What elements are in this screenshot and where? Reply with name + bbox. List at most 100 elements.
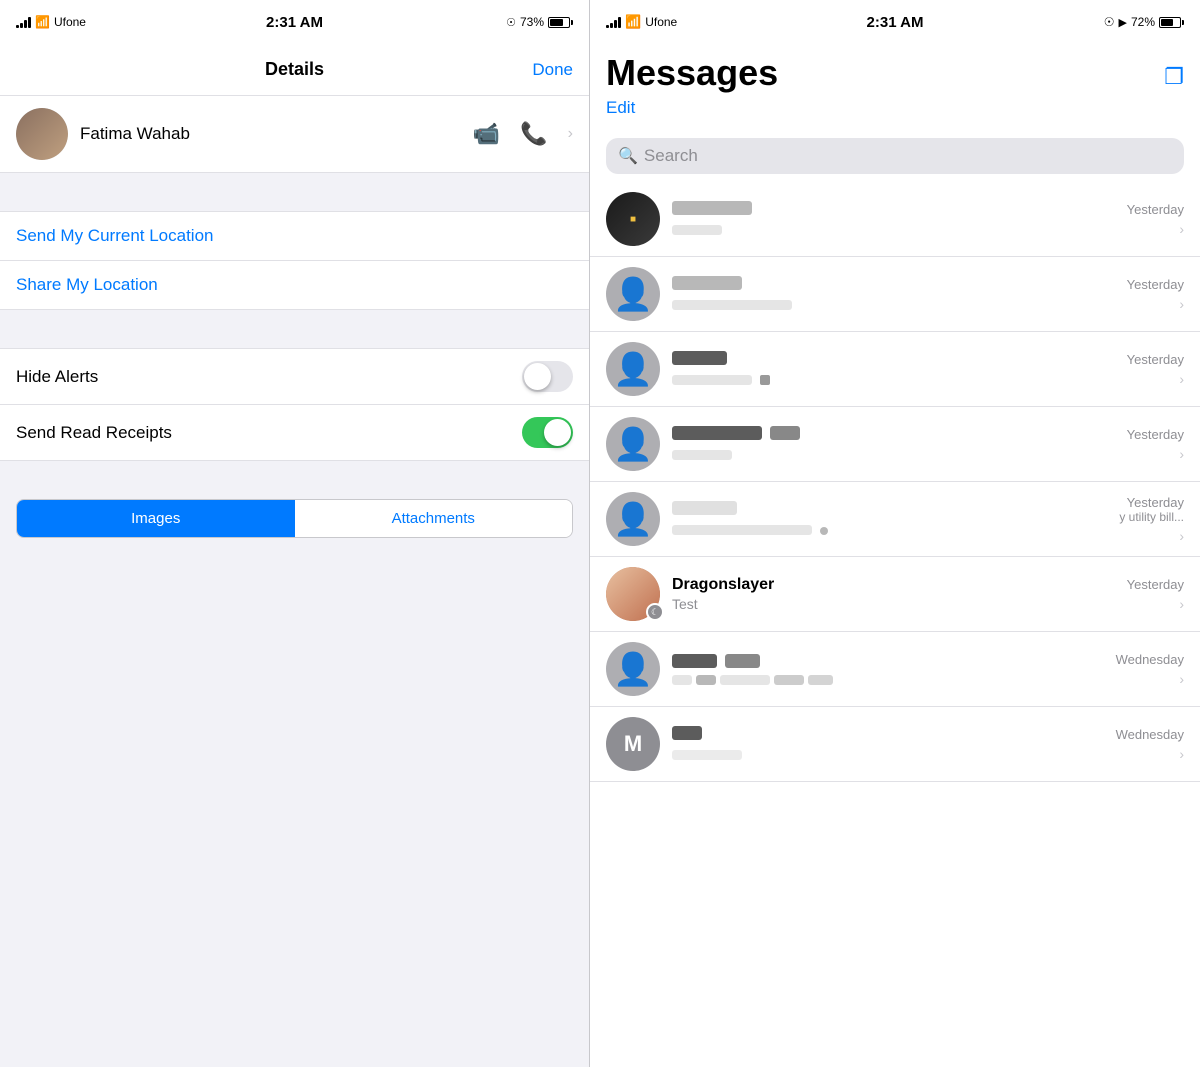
- dragonslayer-name: Dragonslayer: [672, 576, 1115, 594]
- conversation-time: Wednesday: [1116, 652, 1184, 667]
- conversation-time: Yesterday: [1127, 277, 1184, 292]
- phone-call-icon[interactable]: 📞: [520, 121, 547, 147]
- chevron-right-icon: ›: [1179, 746, 1184, 762]
- conversation-item[interactable]: 👤 Yesterday ›: [590, 332, 1200, 407]
- contact-name: Fatima Wahab: [80, 124, 461, 144]
- share-location-item[interactable]: Share My Location: [0, 261, 589, 309]
- wifi-icon-left: 📶: [35, 15, 50, 29]
- conversation-item[interactable]: 👤 Yesterday ›: [590, 257, 1200, 332]
- carrier-right: Ufone: [645, 15, 677, 29]
- location-section: Send My Current Location Share My Locati…: [0, 211, 589, 310]
- hide-alerts-toggle[interactable]: [522, 361, 573, 392]
- chevron-right-icon: ›: [1179, 528, 1184, 544]
- conversation-item[interactable]: M Wednesday ›: [590, 707, 1200, 782]
- time-left: 2:31 AM: [266, 14, 323, 31]
- conversation-preview: [672, 222, 1115, 238]
- conversation-content: [672, 276, 1115, 313]
- conversation-content: [672, 726, 1104, 763]
- compose-icon[interactable]: ❐: [1164, 64, 1184, 90]
- conversation-name: [672, 351, 1115, 370]
- conversation-time: Wednesday: [1116, 727, 1184, 742]
- hide-alerts-label: Hide Alerts: [16, 367, 522, 387]
- person-icon: 👤: [613, 500, 653, 538]
- conversation-preview: [672, 522, 1107, 538]
- dragonslayer-meta: Yesterday ›: [1127, 577, 1184, 612]
- chevron-right-icon: ›: [1179, 371, 1184, 387]
- search-bar[interactable]: 🔍 Search: [606, 138, 1184, 174]
- search-placeholder: Search: [644, 146, 698, 166]
- hide-alerts-row: Hide Alerts: [0, 349, 589, 405]
- conversation-meta: Wednesday ›: [1116, 652, 1184, 687]
- person-icon: 👤: [613, 275, 653, 313]
- conversation-content: [672, 654, 1104, 685]
- battery-icon-right: [1159, 17, 1184, 28]
- conversation-item[interactable]: 👤 Wednesday ›: [590, 632, 1200, 707]
- send-read-receipts-row: Send Read Receipts: [0, 405, 589, 460]
- separator-1: [0, 173, 589, 211]
- carrier-left: Ufone: [54, 15, 86, 29]
- chevron-right-icon: ›: [1179, 446, 1184, 462]
- dragonslayer-content: Dragonslayer Test: [672, 576, 1115, 612]
- conversation-item[interactable]: 👤 Yesterday y utility bill... ›: [590, 482, 1200, 557]
- separator-2: [0, 310, 589, 348]
- wifi-icon-right: 📶: [625, 14, 641, 30]
- conversation-meta: Yesterday ›: [1127, 352, 1184, 387]
- conversation-avatar-m: M: [606, 717, 660, 771]
- conversation-content: [672, 351, 1115, 388]
- conversation-preview: [672, 675, 1104, 685]
- status-bar-right: 📶 Ufone 2:31 AM ☉ ▶ 72%: [590, 0, 1200, 44]
- contact-row[interactable]: Fatima Wahab 📹 📞 ›: [0, 96, 589, 173]
- person-icon: 👤: [613, 650, 653, 688]
- conversation-name: [672, 726, 1104, 745]
- conversation-item[interactable]: ■ Yesterday ›: [590, 182, 1200, 257]
- conversation-preview: [672, 447, 1115, 463]
- message-list: ■ Yesterday › 👤: [590, 182, 1200, 1067]
- conversation-preview: [672, 372, 1115, 388]
- edit-button[interactable]: Edit: [606, 98, 635, 118]
- messages-title: Messages: [606, 52, 778, 94]
- done-button[interactable]: Done: [532, 60, 573, 80]
- avatar-content: ■: [630, 214, 636, 225]
- toggle-section: Hide Alerts Send Read Receipts: [0, 348, 589, 461]
- attachments-segment-button[interactable]: Attachments: [295, 500, 573, 537]
- dragonslayer-preview: Test: [672, 596, 1115, 612]
- person-icon: 👤: [613, 350, 653, 388]
- right-panel: 📶 Ufone 2:31 AM ☉ ▶ 72% Messages ❐ Edit …: [590, 0, 1200, 1067]
- left-carrier-info: 📶 Ufone: [16, 15, 86, 29]
- send-read-receipts-knob: [544, 419, 571, 446]
- contact-actions: 📹 📞 ›: [473, 121, 573, 147]
- video-call-icon[interactable]: 📹: [473, 121, 500, 147]
- hide-alerts-knob: [524, 363, 551, 390]
- conversation-meta: Wednesday ›: [1116, 727, 1184, 762]
- conversation-item[interactable]: 👤 Yesterday ›: [590, 407, 1200, 482]
- dragonslayer-conversation-item[interactable]: ☾ Dragonslayer Test Yesterday ›: [590, 557, 1200, 632]
- conversation-content: [672, 501, 1107, 538]
- conversation-time: Yesterday: [1127, 352, 1184, 367]
- right-status-left: ☉ 73%: [506, 15, 573, 29]
- location-icon-left: ☉: [506, 16, 516, 29]
- conversation-avatar: 👤: [606, 417, 660, 471]
- images-segment-button[interactable]: Images: [17, 500, 295, 537]
- send-read-receipts-label: Send Read Receipts: [16, 423, 522, 443]
- conversation-avatar: ■: [606, 192, 660, 246]
- contact-chevron-icon: ›: [568, 125, 573, 143]
- separator-3: [0, 461, 589, 499]
- conversation-avatar: 👤: [606, 642, 660, 696]
- conversation-meta: Yesterday ›: [1127, 202, 1184, 237]
- conversation-time: Yesterday: [1127, 202, 1184, 217]
- search-icon: 🔍: [618, 146, 638, 166]
- person-icon: 👤: [613, 425, 653, 463]
- conversation-time: Yesterday: [1127, 427, 1184, 442]
- chevron-right-icon: ›: [1179, 596, 1184, 612]
- send-read-receipts-toggle[interactable]: [522, 417, 573, 448]
- conversation-preview: [672, 297, 1115, 313]
- contact-avatar: [16, 108, 68, 160]
- right-carrier-info: 📶 Ufone: [606, 14, 677, 30]
- nav-bar-left: Details Done: [0, 44, 589, 96]
- segment-control: Images Attachments: [16, 499, 573, 538]
- conversation-name: [672, 654, 1104, 673]
- at-icon-right: ☉: [1104, 15, 1115, 29]
- conversation-time: Yesterday: [1119, 495, 1184, 510]
- left-panel: 📶 Ufone 2:31 AM ☉ 73% Details Done Fatim…: [0, 0, 590, 1067]
- send-location-item[interactable]: Send My Current Location: [0, 212, 589, 261]
